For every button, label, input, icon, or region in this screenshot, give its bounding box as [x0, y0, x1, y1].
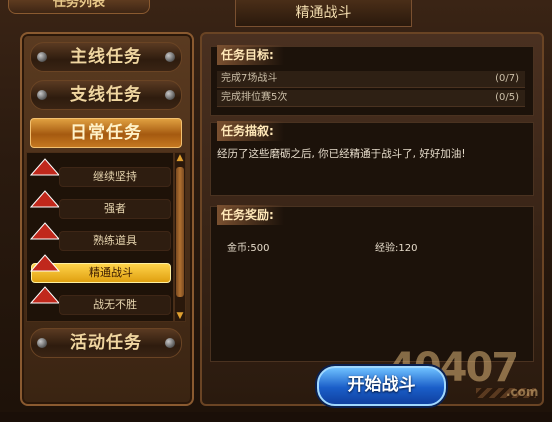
goal-row: 完成排位赛5次 (0/5): [217, 90, 525, 107]
goal-text: 完成排位赛5次: [221, 92, 288, 103]
goal-progress: (0/5): [495, 92, 519, 103]
rivet-icon: [37, 52, 47, 62]
description-section: 任务描叙: 经历了这些磨砺之后, 你已经精通于战斗了, 好好加油!: [210, 121, 534, 196]
goal-text: 完成7场战斗: [221, 73, 278, 84]
reward-title: 任务奖励:: [217, 205, 284, 225]
task-label: 战无不胜: [59, 295, 171, 315]
category-event-button[interactable]: 活动任务: [30, 328, 182, 358]
goal-row: 完成7场战斗 (0/7): [217, 71, 525, 88]
task-list-scrollbar[interactable]: ▲ ▼: [174, 152, 186, 322]
category-main-label: 主线任务: [70, 47, 142, 67]
watermark-suffix: .com: [506, 385, 539, 399]
window-title: 精通战斗: [235, 0, 412, 27]
task-label: 熟练道具: [59, 231, 171, 251]
rivet-icon: [165, 338, 175, 348]
in-progress-badge-icon: [29, 286, 61, 304]
description-text: 经历了这些磨砺之后, 你已经精通于战斗了, 好好加油!: [217, 148, 466, 160]
task-item[interactable]: 强者: [29, 190, 171, 219]
goals-section: 任务目标: 完成7场战斗 (0/7) 完成排位赛5次 (0/5): [210, 45, 534, 116]
category-daily-label: 日常任务: [70, 123, 142, 143]
rivet-icon: [37, 90, 47, 100]
task-item[interactable]: 熟练道具: [29, 222, 171, 251]
category-panel: 主线任务 支线任务 日常任务 继续坚持 强者 熟练道具 精通战斗 战无不胜 ▲ …: [20, 32, 194, 406]
reward-gold: 金币:500: [227, 243, 270, 254]
category-daily-button[interactable]: 日常任务: [30, 118, 182, 148]
task-item[interactable]: 战无不胜: [29, 286, 171, 315]
rivet-icon: [165, 90, 175, 100]
task-label: 继续坚持: [59, 167, 171, 187]
category-side-button[interactable]: 支线任务: [30, 80, 182, 110]
in-progress-badge-icon: [29, 222, 61, 240]
quest-window: 任务列表 精通战斗 主线任务 支线任务 日常任务 继续坚持 强者 熟练道具 精通…: [0, 0, 552, 412]
goal-progress: (0/7): [495, 73, 519, 84]
task-label: 强者: [59, 199, 171, 219]
scroll-up-arrow-icon[interactable]: ▲: [175, 153, 185, 163]
rivet-icon: [37, 338, 47, 348]
task-label-text: 精通战斗: [89, 266, 133, 279]
task-item-selected[interactable]: 精通战斗: [29, 254, 171, 283]
in-progress-badge-icon: [29, 254, 61, 272]
in-progress-badge-icon: [29, 158, 61, 176]
scroll-thumb[interactable]: [176, 167, 184, 297]
category-side-label: 支线任务: [70, 85, 142, 105]
quest-list-tab[interactable]: 任务列表: [8, 0, 150, 14]
daily-task-list: 继续坚持 强者 熟练道具 精通战斗 战无不胜: [26, 152, 174, 322]
category-event-label: 活动任务: [70, 333, 142, 353]
goals-title: 任务目标:: [217, 45, 284, 65]
task-item[interactable]: 继续坚持: [29, 158, 171, 187]
start-battle-button[interactable]: 开始战斗: [317, 366, 446, 406]
scroll-down-arrow-icon[interactable]: ▼: [175, 311, 185, 321]
in-progress-badge-icon: [29, 190, 61, 208]
rivet-icon: [165, 52, 175, 62]
description-title: 任务描叙:: [217, 121, 284, 141]
reward-exp: 经验:120: [375, 243, 418, 254]
category-main-button[interactable]: 主线任务: [30, 42, 182, 72]
